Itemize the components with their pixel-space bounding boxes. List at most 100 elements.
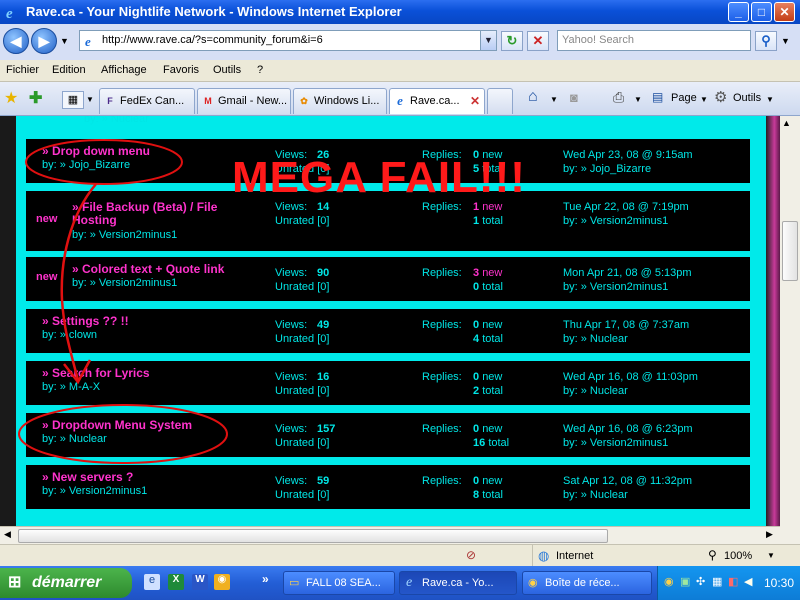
topic-link[interactable]: » Settings ?? !! (42, 315, 262, 328)
zoom-dropdown-icon[interactable]: ▼ (767, 551, 775, 560)
tab-fedex[interactable]: F FedEx Can... (99, 88, 195, 114)
zoom-level[interactable]: 100% (724, 550, 752, 562)
quick-tabs-icon[interactable]: ▦ (62, 91, 84, 109)
last-post-author: by: » Jojo_Bizarre (563, 163, 652, 175)
page-menu-icon[interactable]: ▤ (652, 90, 663, 104)
feeds-icon[interactable]: ◙ (570, 90, 578, 105)
taskbar-item-rave[interactable]: e Rave.ca - Yo... (399, 571, 517, 595)
title-bar: e Rave.ca - Your Nightlife Network - Win… (0, 0, 800, 24)
forum-row[interactable]: » Dropdown Menu System by: » Nuclear Views… (26, 413, 750, 457)
address-dropdown-icon[interactable]: ▼ (480, 31, 496, 50)
windows-live-icon: ✿ (300, 96, 308, 106)
last-post-date: Tue Apr 22, 08 @ 7:19pm (563, 201, 689, 213)
forum-row[interactable]: » Search for Lyrics by: » M-A-X Views: 16 Un… (26, 361, 750, 405)
tray-icon-3[interactable]: ✣ (696, 575, 705, 588)
tray-icon-2[interactable]: ▣ (680, 575, 690, 588)
menu-edition[interactable]: Edition (52, 64, 86, 76)
refresh-button[interactable]: ↻ (501, 31, 523, 51)
outlook-quicklaunch-icon[interactable]: ◉ (214, 574, 230, 590)
quicklaunch-ie-icon[interactable]: e (144, 574, 160, 590)
topic-link[interactable]: » Search for Lyrics (42, 367, 262, 380)
horizontal-scrollbar[interactable]: ◀ ▶ (0, 526, 780, 544)
tools-menu[interactable]: Outils (733, 92, 761, 104)
search-input[interactable]: Yahoo! Search (557, 30, 751, 51)
url-text[interactable]: http://www.rave.ca/?s=community_forum&i=… (102, 34, 323, 46)
fedex-icon: F (107, 96, 113, 106)
search-options-icon[interactable]: ▼ (781, 36, 790, 46)
taskbar-item-folder[interactable]: ▭ FALL 08 SEA... (283, 571, 395, 595)
excel-icon[interactable]: X (168, 574, 184, 590)
topic-link[interactable]: » New servers ? (42, 471, 262, 484)
address-bar[interactable]: e http://www.rave.ca/?s=community_forum&… (79, 30, 497, 51)
topic-author: by: » Nuclear (42, 433, 107, 445)
forum-row[interactable]: » Settings ?? !! by: » clown Views: 49 Unrat… (26, 309, 750, 353)
home-dropdown-icon[interactable]: ▼ (550, 95, 558, 104)
tab-list-dropdown-icon[interactable]: ▼ (86, 95, 94, 104)
tab-gmail[interactable]: M Gmail - New... (197, 88, 291, 114)
horizontal-scroll-thumb[interactable] (18, 529, 608, 543)
print-icon[interactable]: ⎙ (613, 89, 624, 106)
vertical-scroll-thumb[interactable] (782, 221, 798, 281)
gear-icon[interactable]: ⚙ (714, 88, 727, 106)
tab-close-icon[interactable]: ✕ (470, 89, 480, 113)
system-tray: ◉ ▣ ✣ ▦ ◧ ◀ 10:30 (657, 566, 800, 600)
menu-outils[interactable]: Outils (213, 64, 241, 76)
history-dropdown-icon[interactable]: ▼ (60, 36, 69, 46)
page-menu[interactable]: Page (671, 92, 697, 104)
print-dropdown-icon[interactable]: ▼ (634, 95, 642, 104)
topic-link[interactable]: » Drop down menu (42, 145, 262, 158)
back-button[interactable]: ◀ (3, 28, 29, 54)
clock[interactable]: 10:30 (764, 576, 794, 590)
scroll-up-icon[interactable]: ▲ (782, 118, 791, 128)
tools-dropdown-icon[interactable]: ▼ (766, 95, 774, 104)
new-tab-button[interactable] (487, 88, 513, 114)
stop-button[interactable]: ✕ (527, 31, 549, 51)
forward-button[interactable]: ▶ (31, 28, 57, 54)
forum-row[interactable]: » New servers ? by: » Version2minus1 Views… (26, 465, 750, 509)
maximize-button[interactable]: □ (751, 2, 772, 22)
scroll-left-icon[interactable]: ◀ (4, 529, 11, 540)
views-label: Views: (275, 423, 308, 435)
zoom-icon[interactable]: ⚲ (708, 548, 717, 562)
tab-rave[interactable]: e Rave.ca... ✕ (389, 88, 485, 114)
menu-fichier[interactable]: Fichier (6, 64, 39, 76)
favorites-star-icon[interactable]: ★ (4, 88, 18, 108)
total-replies: 8 total (473, 489, 503, 501)
new-badge: new (36, 271, 58, 283)
vertical-scrollbar[interactable]: ▲ (780, 116, 800, 544)
views-count: 49 (317, 319, 330, 331)
word-icon[interactable]: W (192, 574, 208, 590)
new-replies: 0 new (473, 319, 503, 331)
views-count: 157 (317, 423, 336, 435)
new-replies: 0 new (473, 475, 503, 487)
search-icon[interactable]: ⚲ (755, 31, 777, 51)
replies-label: Replies: (422, 319, 462, 331)
tab-windows-live[interactable]: ✿ Windows Li... (293, 88, 387, 114)
menu-affichage[interactable]: Affichage (101, 64, 147, 76)
start-button[interactable]: ⊞ démarrer (0, 568, 132, 598)
minimize-button[interactable]: _ (728, 2, 749, 22)
menu-favoris[interactable]: Favoris (163, 64, 199, 76)
home-icon[interactable]: ⌂ (528, 88, 538, 106)
close-button[interactable]: ✕ (774, 2, 795, 22)
taskbar-item-outlook[interactable]: ◉ Boîte de réce... (522, 571, 652, 595)
page-dropdown-icon[interactable]: ▼ (700, 95, 708, 104)
menu-help[interactable]: ? (257, 64, 263, 76)
topic-link[interactable]: » Colored text + Quote link (72, 263, 292, 276)
forum-row[interactable]: new » Colored text + Quote link by: » Vers… (26, 257, 750, 301)
tray-icon-1[interactable]: ◉ (664, 575, 674, 588)
volume-icon[interactable]: ◀ (744, 575, 752, 588)
tray-icon-4[interactable]: ▦ (712, 575, 722, 588)
popup-blocker-icon[interactable]: ⊘ (466, 548, 476, 562)
topic-link[interactable]: » Dropdown Menu System (42, 419, 262, 432)
total-replies: 16 total (473, 437, 510, 449)
tray-icon-5[interactable]: ◧ (728, 575, 738, 588)
scroll-right-icon[interactable]: ▶ (766, 529, 773, 540)
topic-link[interactable]: » File Backup (Beta) / File Hosting (72, 201, 257, 227)
partial-row-author: by: » Nuclear (84, 116, 149, 125)
add-favorite-icon[interactable]: ✚ (29, 88, 42, 108)
topic-author: by: » Version2minus1 (72, 277, 178, 289)
last-post-date: Wed Apr 23, 08 @ 9:15am (563, 149, 693, 161)
quicklaunch-expand-icon[interactable]: » (262, 572, 269, 586)
last-post-author: by: » Nuclear (563, 489, 628, 501)
